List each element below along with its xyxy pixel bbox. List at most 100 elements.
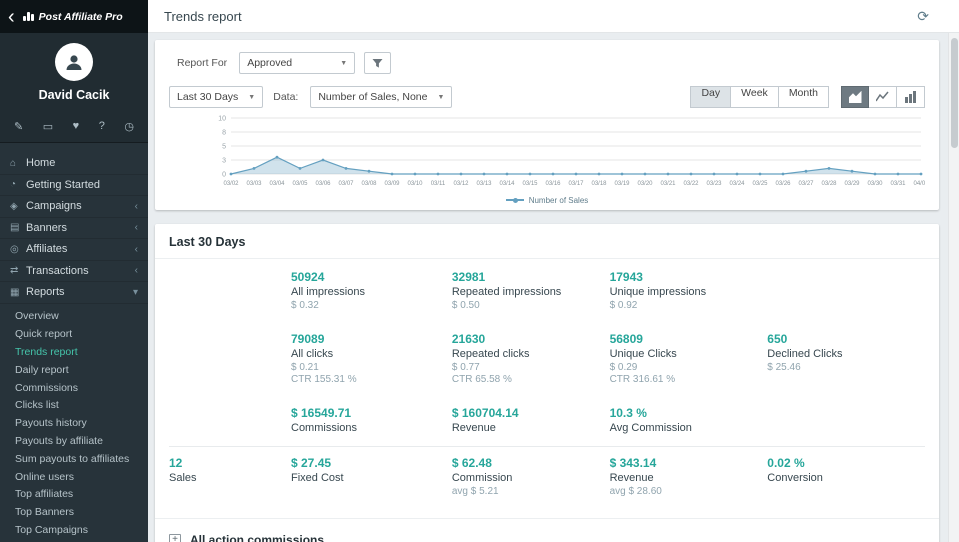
- sidebar-subitem-top-campaigns[interactable]: Top Campaigns: [0, 521, 148, 539]
- topbar-main: Trends report ⟳: [148, 0, 959, 33]
- y-tick-label: 3: [222, 158, 226, 165]
- x-tick-label: 03/08: [361, 181, 377, 187]
- data-point: [621, 173, 624, 176]
- stat-label: Repeated impressions: [452, 286, 606, 298]
- expand-plus-icon[interactable]: +: [169, 534, 181, 542]
- data-label: Data:: [273, 91, 298, 103]
- stat-value: $ 343.14: [610, 456, 764, 470]
- line-chart-icon: [876, 91, 889, 103]
- sidebar-menu: ⌂Home◔Getting Started◈Campaigns‹▤Banners…: [0, 153, 148, 304]
- sidebar-subitem-payouts-by-affiliate[interactable]: Payouts by affiliate: [0, 432, 148, 450]
- y-tick-label: 0: [222, 172, 226, 179]
- x-tick-label: 03/17: [568, 181, 584, 187]
- report-for-select[interactable]: Approved ▼: [239, 52, 355, 74]
- stat-label: Conversion: [767, 472, 921, 484]
- sidebar-subitem-quick-report[interactable]: Quick report: [0, 325, 148, 343]
- chevron-left-icon: ‹: [135, 265, 138, 276]
- question-icon[interactable]: ?: [99, 120, 105, 133]
- getting-started-icon: ◔: [10, 179, 26, 190]
- sidebar-subitem-trends-report[interactable]: Trends report: [0, 343, 148, 361]
- sidebar-subitem-online-users[interactable]: Online users: [0, 468, 148, 486]
- sidebar-subitem-overview[interactable]: Overview: [0, 308, 148, 326]
- x-tick-label: 03/11: [431, 181, 446, 187]
- x-tick-label: 03/10: [407, 181, 423, 187]
- x-tick-label: 03/15: [522, 181, 538, 187]
- data-point: [736, 173, 739, 176]
- data-point: [391, 173, 394, 176]
- granularity-button-week[interactable]: Week: [731, 86, 779, 108]
- filter-row-1: Report For Approved ▼: [169, 52, 925, 74]
- data-value: Number of Sales, None: [318, 91, 427, 103]
- stat-sub: CTR 316.61 %: [610, 374, 764, 387]
- stat-label: Unique Clicks: [610, 348, 764, 360]
- sidebar-item-banners[interactable]: ▤Banners‹: [0, 218, 148, 240]
- area-chart-button[interactable]: [841, 86, 869, 108]
- data-point: [299, 167, 302, 170]
- sidebar-item-home[interactable]: ⌂Home: [0, 153, 148, 175]
- chart-type-button-group: [841, 86, 925, 108]
- granularity-button-month[interactable]: Month: [779, 86, 829, 108]
- x-tick-label: 03/29: [844, 181, 860, 187]
- sidebar-subitem-sum-payouts-to-affiliates[interactable]: Sum payouts to affiliates: [0, 450, 148, 468]
- pencil-icon[interactable]: ✎: [14, 120, 23, 133]
- filter-funnel-button[interactable]: [364, 52, 391, 74]
- refresh-icon[interactable]: ⟳: [917, 8, 929, 25]
- sidebar-item-reports[interactable]: ▦Reports▾: [0, 282, 148, 304]
- banners-icon: ▤: [10, 222, 26, 233]
- stat-value: 0.02 %: [767, 456, 921, 470]
- sidebar-subitem-commissions[interactable]: Commissions: [0, 379, 148, 397]
- heart-icon[interactable]: ♥: [73, 120, 80, 133]
- sidebar-item-affiliates[interactable]: ◎Affiliates‹: [0, 239, 148, 261]
- chevron-down-icon: ▼: [248, 94, 255, 101]
- sidebar-item-getting-started[interactable]: ◔Getting Started: [0, 175, 148, 197]
- sidebar: David Cacik ✎ ▭ ♥? ◷ ⌂Home◔Getting Started◈…: [0, 33, 148, 542]
- stat-cell: 12Sales: [169, 447, 291, 509]
- stat-cell: 0.02 % Conversion: [767, 447, 925, 509]
- sidebar-subitem-daily-report[interactable]: Daily report: [0, 361, 148, 379]
- stats-row: $ 16549.71Commissions$ 160704.14Revenue1…: [169, 397, 925, 446]
- x-tick-label: 03/07: [338, 181, 354, 187]
- stat-label: Revenue: [452, 422, 606, 434]
- data-point: [667, 173, 670, 176]
- x-tick-label: 03/28: [821, 181, 837, 187]
- topbar: ‹ Post Affiliate Pro Trends report ⟳: [0, 0, 959, 33]
- brand-logo-icon: [23, 12, 34, 21]
- stats-grid: 50924All impressions$ 0.3232981Repeated …: [155, 259, 939, 508]
- affiliates-icon: ◎: [10, 244, 26, 255]
- brand-name: Post Affiliate Pro: [39, 11, 123, 23]
- stat-value: $ 16549.71: [291, 406, 448, 420]
- sidebar-item-label: Affiliates: [26, 243, 67, 255]
- data-select[interactable]: Number of Sales, None ▼: [310, 86, 452, 108]
- period-select[interactable]: Last 30 Days ▼: [169, 86, 263, 108]
- line-chart-button[interactable]: [869, 86, 897, 108]
- bar-chart-button[interactable]: [897, 86, 925, 108]
- stat-sub: $ 25.46: [767, 362, 921, 375]
- avatar[interactable]: [55, 43, 93, 81]
- sidebar-subitem-payouts-history[interactable]: Payouts history: [0, 414, 148, 432]
- sidebar-item-label: Campaigns: [26, 200, 82, 212]
- data-point: [805, 170, 808, 173]
- chevron-left-icon: ‹: [135, 222, 138, 233]
- stat-value: 32981: [452, 270, 606, 284]
- vertical-scrollbar[interactable]: [948, 33, 959, 542]
- monitor-icon[interactable]: ▭: [43, 120, 53, 133]
- sidebar-subitem-top-banners[interactable]: Top Banners: [0, 503, 148, 521]
- x-tick-label: 03/18: [591, 181, 607, 187]
- user-block: David Cacik: [0, 33, 148, 111]
- sidebar-subitem-top-affiliates[interactable]: Top affiliates: [0, 485, 148, 503]
- x-tick-label: 03/13: [476, 181, 492, 187]
- stat-cell: [767, 261, 925, 323]
- history-icon[interactable]: ◷: [124, 120, 134, 133]
- x-tick-label: 03/06: [315, 181, 331, 187]
- sidebar-subitem-clicks-list[interactable]: Clicks list: [0, 396, 148, 414]
- scrollbar-thumb[interactable]: [951, 38, 958, 148]
- stat-label: Fixed Cost: [291, 472, 448, 484]
- stat-cell: [169, 323, 291, 397]
- back-arrow-icon[interactable]: ‹: [8, 7, 15, 27]
- granularity-button-day[interactable]: Day: [690, 86, 731, 108]
- chevron-down-icon: ▾: [133, 287, 138, 298]
- stat-cell: 17943Unique impressions$ 0.92: [610, 261, 768, 323]
- sidebar-item-campaigns[interactable]: ◈Campaigns‹: [0, 196, 148, 218]
- sidebar-item-transactions[interactable]: ⇄Transactions‹: [0, 261, 148, 283]
- stat-cell: [767, 397, 925, 446]
